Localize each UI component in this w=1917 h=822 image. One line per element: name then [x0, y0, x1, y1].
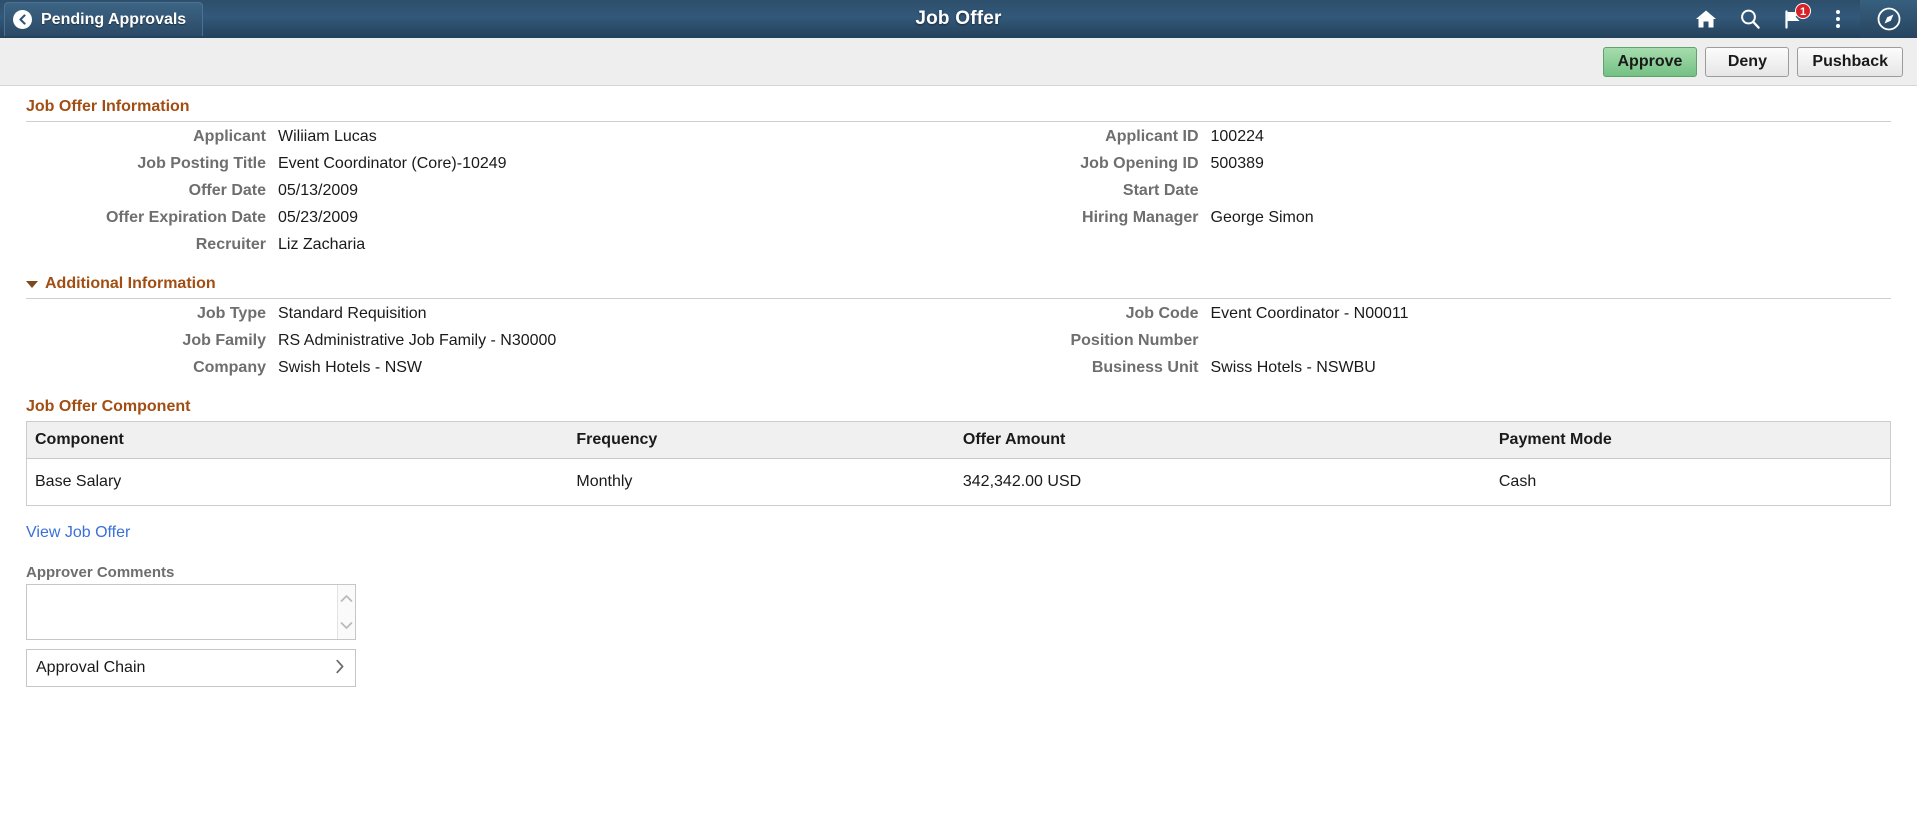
three-dot-menu-icon[interactable]	[1816, 0, 1860, 38]
field-offer-date: Offer Date 05/13/2009	[26, 182, 935, 209]
field-value: Event Coordinator (Core)-10249	[278, 155, 507, 172]
field-company: Company Swish Hotels - NSW	[26, 359, 935, 386]
approver-comments-input[interactable]	[27, 585, 355, 639]
approver-comments-label: Approver Comments	[26, 564, 175, 581]
home-icon[interactable]	[1684, 0, 1728, 38]
section-title: Job Offer Component	[26, 398, 191, 415]
field-value: Swish Hotels - NSW	[278, 359, 423, 376]
field-value: 05/23/2009	[278, 209, 359, 226]
job-offer-information-fields: Applicant Wiliiam Lucas Job Posting Titl…	[26, 128, 1891, 263]
field-business-unit: Business Unit Swiss Hotels - NSWBU	[959, 359, 1892, 386]
field-applicant-id: Applicant ID 100224	[959, 128, 1892, 155]
pushback-button[interactable]: Pushback	[1797, 46, 1903, 77]
field-label: Job Opening ID	[1080, 155, 1199, 172]
field-job-family: Job Family RS Administrative Job Family …	[26, 332, 935, 359]
approve-button[interactable]: Approve	[1602, 46, 1698, 77]
back-button-label: Pending Approvals	[41, 10, 187, 28]
approval-action-toolbar: Approve Deny Pushback	[0, 38, 1917, 86]
app-header: Pending Approvals Job Offer 1	[0, 0, 1917, 38]
field-value: RS Administrative Job Family - N30000	[278, 332, 557, 349]
field-recruiter: Recruiter Liz Zacharia	[26, 236, 935, 263]
notification-count-badge: 1	[1795, 3, 1811, 19]
section-title: Additional Information	[45, 275, 216, 292]
additional-information-right-column: Job Code Event Coordinator - N00011 Posi…	[959, 305, 1892, 386]
section-divider	[26, 298, 1891, 299]
section-header-job-offer-information: Job Offer Information	[26, 86, 1891, 121]
search-icon[interactable]	[1728, 0, 1772, 38]
cell-component: Base Salary	[26, 458, 569, 506]
approval-chain-button[interactable]: Approval Chain	[26, 649, 356, 687]
approval-chain-label: Approval Chain	[36, 659, 146, 676]
cell-frequency: Monthly	[568, 458, 955, 506]
field-label: Offer Date	[188, 182, 266, 199]
field-label: Hiring Manager	[1082, 209, 1199, 226]
additional-information-fields: Job Type Standard Requisition Job Family…	[26, 305, 1891, 386]
field-value: 05/13/2009	[278, 182, 359, 199]
section-title: Job Offer Information	[26, 98, 190, 115]
column-header-component: Component	[26, 421, 569, 459]
field-job-opening-id: Job Opening ID 500389	[959, 155, 1892, 182]
field-job-posting-title: Job Posting Title Event Coordinator (Cor…	[26, 155, 935, 182]
field-value: 100224	[1210, 128, 1264, 145]
collapse-triangle-down-icon[interactable]	[26, 280, 38, 288]
job-offer-information-right-column: Applicant ID 100224 Job Opening ID 50038…	[959, 128, 1892, 263]
field-label: Job Posting Title	[137, 155, 266, 172]
section-header-additional-information[interactable]: Additional Information	[26, 263, 1891, 298]
column-header-offer-amount: Offer Amount	[954, 421, 1491, 459]
chevron-left-icon	[13, 10, 32, 29]
field-position-number: Position Number	[959, 332, 1892, 359]
field-label: Applicant ID	[1105, 128, 1199, 145]
field-label: Recruiter	[195, 236, 266, 253]
field-label: Job Family	[182, 332, 266, 349]
field-label: Start Date	[1122, 182, 1199, 199]
field-label: Company	[193, 359, 266, 376]
field-offer-expiration-date: Offer Expiration Date 05/23/2009	[26, 209, 935, 236]
field-value: Standard Requisition	[278, 305, 427, 322]
field-value: George Simon	[1210, 209, 1314, 226]
field-label: Offer Expiration Date	[105, 209, 266, 226]
approver-comments-field[interactable]	[26, 584, 356, 640]
field-applicant: Applicant Wiliiam Lucas	[26, 128, 935, 155]
field-value: 500389	[1210, 155, 1264, 172]
field-value: Wiliiam Lucas	[278, 128, 377, 145]
view-job-offer-link[interactable]: View Job Offer	[26, 524, 130, 542]
column-header-frequency: Frequency	[568, 421, 955, 459]
navigator-compass-icon[interactable]	[1860, 0, 1917, 38]
back-to-pending-approvals-button[interactable]: Pending Approvals	[4, 2, 204, 36]
field-job-type: Job Type Standard Requisition	[26, 305, 935, 332]
approver-comments-scrollbar[interactable]	[337, 585, 355, 639]
field-job-code: Job Code Event Coordinator - N00011	[959, 305, 1892, 332]
deny-button[interactable]: Deny	[1705, 46, 1790, 77]
field-label: Business Unit	[1091, 359, 1199, 376]
chevron-right-icon	[335, 659, 345, 677]
page-title: Job Offer	[915, 8, 1002, 29]
column-header-payment-mode: Payment Mode	[1490, 421, 1891, 459]
field-hiring-manager: Hiring Manager George Simon	[959, 209, 1892, 236]
field-label: Applicant	[193, 128, 266, 145]
field-label: Job Code	[1125, 305, 1199, 322]
field-value: Swiss Hotels - NSWBU	[1210, 359, 1376, 376]
field-label: Job Type	[196, 305, 266, 322]
flag-notification-icon[interactable]: 1	[1772, 0, 1816, 38]
three-dot-glyph	[1836, 10, 1840, 28]
job-offer-information-left-column: Applicant Wiliiam Lucas Job Posting Titl…	[26, 128, 959, 263]
table-row: Base Salary Monthly 342,342.00 USD Cash	[26, 458, 1891, 506]
job-offer-component-table: Component Frequency Offer Amount Payment…	[26, 421, 1891, 506]
page-content: Job Offer Information Applicant Wiliiam …	[0, 86, 1917, 687]
cell-offer-amount: 342,342.00 USD	[954, 458, 1491, 506]
section-divider	[26, 121, 1891, 122]
section-header-job-offer-component: Job Offer Component	[26, 386, 1891, 421]
additional-information-left-column: Job Type Standard Requisition Job Family…	[26, 305, 959, 386]
field-label: Position Number	[1070, 332, 1199, 349]
header-icon-group: 1	[1684, 0, 1917, 38]
field-start-date: Start Date	[959, 182, 1892, 209]
cell-payment-mode: Cash	[1490, 458, 1891, 506]
field-value: Event Coordinator - N00011	[1210, 305, 1409, 322]
table-header-row: Component Frequency Offer Amount Payment…	[26, 421, 1891, 459]
scroll-up-icon[interactable]	[340, 594, 353, 603]
field-value: Liz Zacharia	[278, 236, 366, 253]
scroll-down-icon[interactable]	[340, 621, 353, 630]
